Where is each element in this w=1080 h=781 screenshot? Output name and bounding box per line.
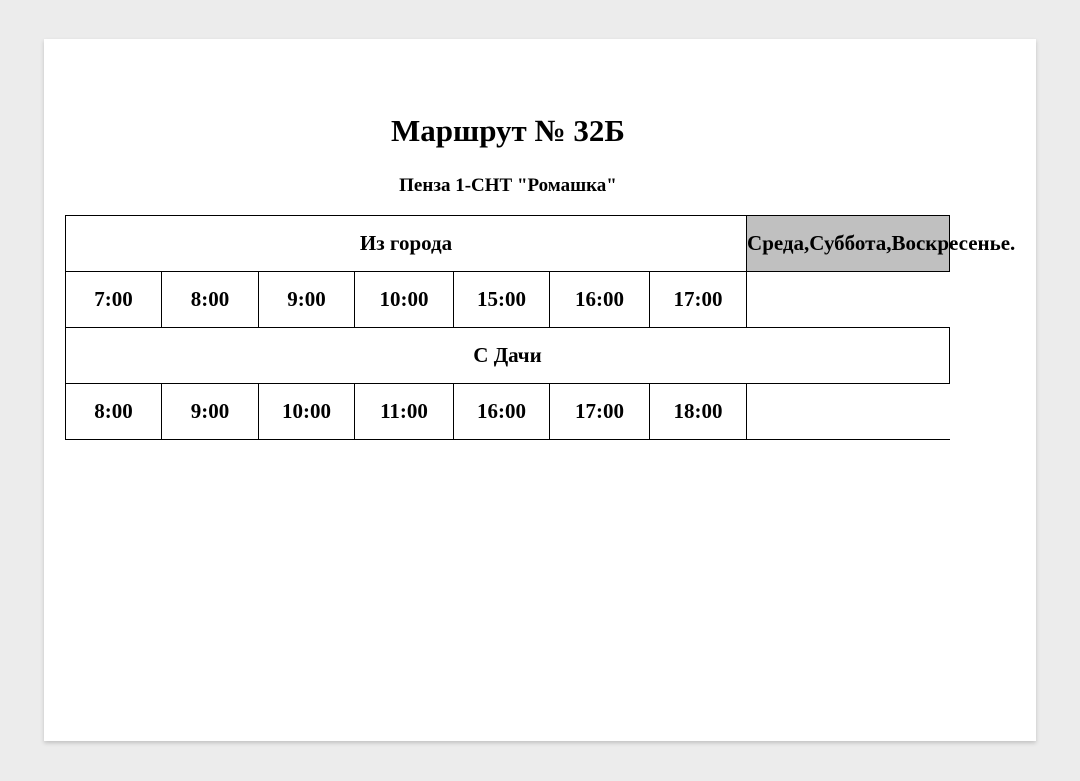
time-cell: 11:00 xyxy=(354,383,454,440)
route-subtitle: Пенза 1-СНТ "Ромашка" xyxy=(399,175,617,196)
times-row-from-city: 7:00 8:00 9:00 10:00 15:00 16:00 17:00 xyxy=(65,271,950,328)
section-header-from-city: Из города xyxy=(64,215,748,272)
time-cell: 9:00 xyxy=(161,383,259,440)
time-cell: 8:00 xyxy=(65,383,162,440)
section-header-from-dacha: С Дачи xyxy=(64,327,951,384)
time-cell: 15:00 xyxy=(453,271,550,328)
time-cell: 18:00 xyxy=(648,383,748,440)
time-cell: 8:00 xyxy=(161,271,259,328)
time-cell: 10:00 xyxy=(258,383,355,440)
route-title: Маршрут № 32Б xyxy=(391,113,625,148)
days-badge: Среда,Суббота,Воскресенье. xyxy=(746,215,1015,272)
time-cell: 16:00 xyxy=(453,383,550,440)
time-cell: 16:00 xyxy=(549,271,650,328)
time-cell: 17:00 xyxy=(549,383,650,440)
empty-cell xyxy=(746,383,950,440)
section-row-from-dacha: С Дачи xyxy=(64,327,951,384)
time-cell: 9:00 xyxy=(258,271,355,328)
schedule-table: Из города Среда,Суббота,Воскресенье. 7:0… xyxy=(64,215,1015,440)
time-cell: 17:00 xyxy=(648,271,748,328)
time-cell: 10:00 xyxy=(354,271,454,328)
times-row-from-dacha: 8:00 9:00 10:00 11:00 16:00 17:00 18:00 xyxy=(65,383,950,440)
document-page: Маршрут № 32Б Пенза 1-СНТ "Ромашка" Из г… xyxy=(44,39,1036,741)
section-row-from-city: Из города Среда,Суббота,Воскресенье. xyxy=(64,215,1015,272)
empty-cell xyxy=(746,271,950,328)
time-cell: 7:00 xyxy=(65,271,162,328)
